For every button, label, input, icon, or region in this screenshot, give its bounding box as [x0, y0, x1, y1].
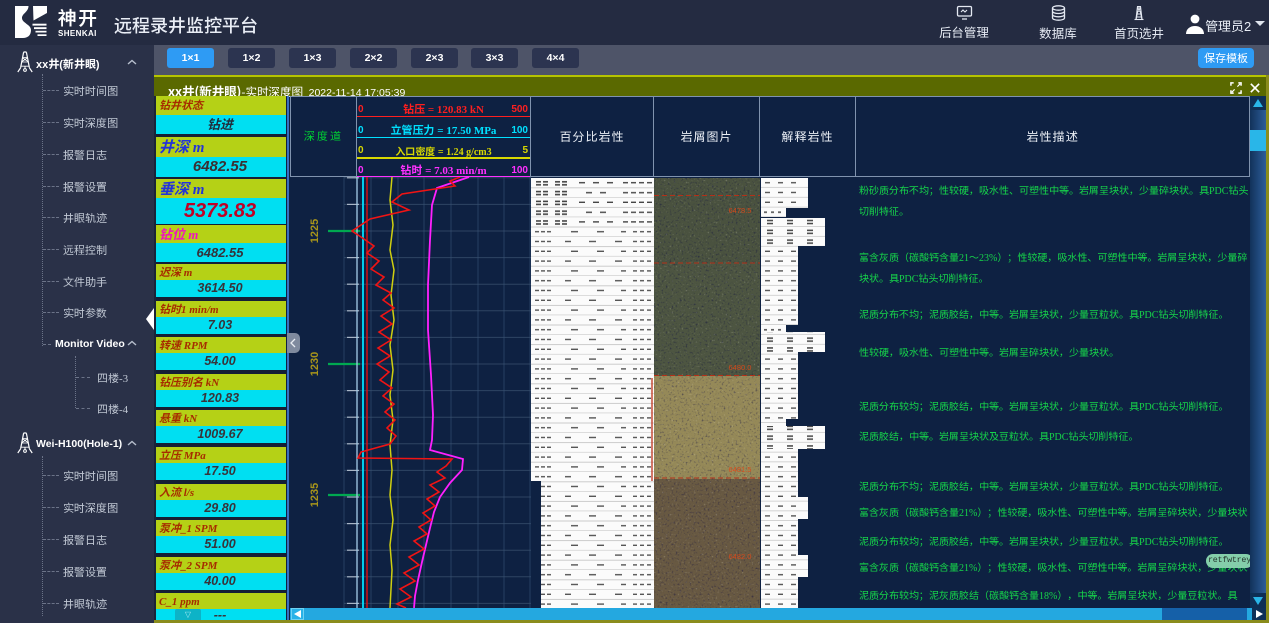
svg-text:6480.0: 6480.0	[729, 363, 752, 372]
svg-text:6481.5: 6481.5	[729, 465, 752, 474]
svg-text:1225: 1225	[309, 219, 321, 243]
svg-text:1230: 1230	[309, 352, 321, 376]
svg-text:6478.5: 6478.5	[729, 206, 752, 215]
svg-text:1235: 1235	[309, 483, 321, 507]
svg-text:6482.0: 6482.0	[729, 552, 752, 561]
